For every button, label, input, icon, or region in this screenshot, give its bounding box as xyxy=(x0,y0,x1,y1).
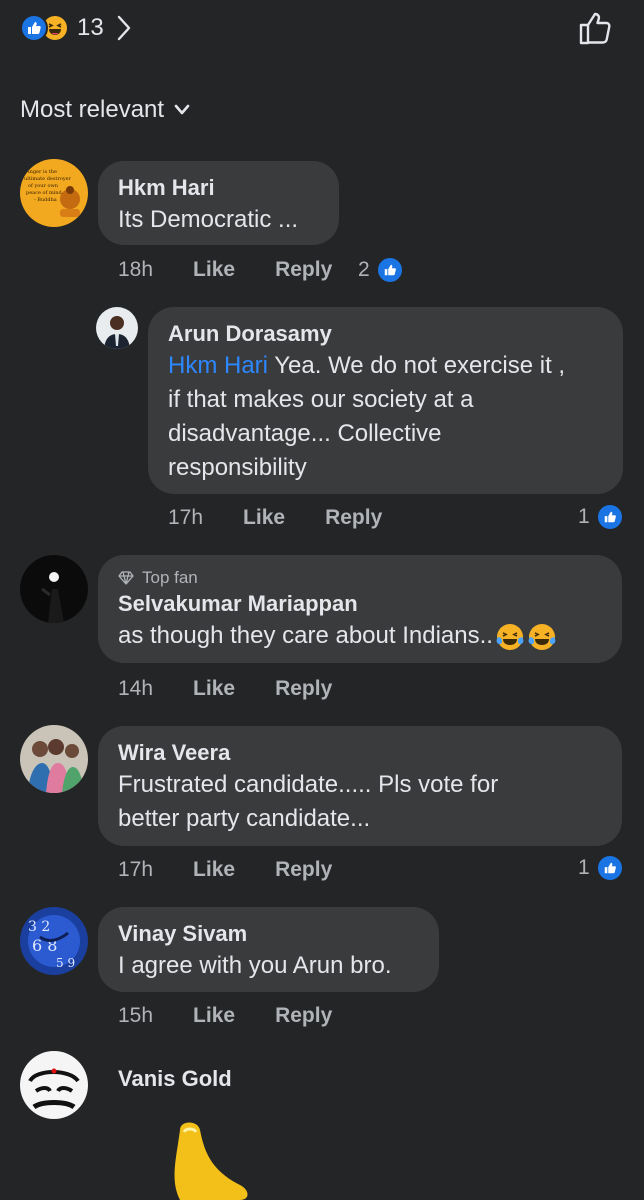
comment-bubble[interactable]: Hkm Hari Its Democratic ... xyxy=(98,161,339,245)
comment-text-line: Frustrated candidate..... Pls vote for xyxy=(118,771,499,798)
avatar[interactable] xyxy=(20,725,88,793)
avatar[interactable]: 3 2 6 8 5 9 xyxy=(20,907,88,975)
top-fan-label: Top fan xyxy=(142,568,198,587)
comments-screen: 13 Most relevant Anger is the ultimate d… xyxy=(0,0,644,1200)
laughing-tears-emoji-icon xyxy=(528,623,556,650)
comment-time[interactable]: 17h xyxy=(168,506,203,530)
commenter-name[interactable]: Hkm Hari xyxy=(118,173,319,203)
like-count-value: 1 xyxy=(578,505,590,528)
reaction-count: 13 xyxy=(77,14,104,41)
comment-bubble[interactable]: Vinay Sivam I agree with you Arun bro. xyxy=(98,907,439,992)
like-reaction-icon xyxy=(375,256,404,284)
like-button[interactable]: Like xyxy=(193,858,235,882)
svg-text:peace of mind.: peace of mind. xyxy=(26,190,64,196)
comment-time[interactable]: 17h xyxy=(118,858,153,882)
like-count-value: 1 xyxy=(578,856,590,879)
comment-bubble[interactable]: Top fan Selvakumar Mariappan as though t… xyxy=(98,555,622,663)
comment-text-body: as though they care about Indians.. xyxy=(118,622,493,649)
like-button[interactable]: Like xyxy=(193,677,235,701)
avatar[interactable] xyxy=(20,1051,88,1119)
avatar[interactable]: Anger is the ultimate destroyer of your … xyxy=(20,159,88,227)
diamond-icon xyxy=(118,571,134,585)
comment-text-line: responsibility xyxy=(168,454,307,481)
like-button[interactable]: Like xyxy=(193,1004,235,1028)
comment-actions: 17h Like Reply xyxy=(118,858,372,882)
comment-text-line: disadvantage... Collective xyxy=(168,420,442,447)
like-count-value: 2 xyxy=(358,258,370,281)
reactions-summary[interactable]: 13 xyxy=(20,10,132,46)
svg-text:ultimate destroyer: ultimate destroyer xyxy=(24,176,72,182)
top-fan-badge: Top fan xyxy=(118,567,602,589)
comment-text: as though they care about Indians.. xyxy=(118,619,602,653)
reply-button[interactable]: Reply xyxy=(275,258,332,282)
comment-like-count[interactable]: 1 xyxy=(578,854,624,882)
commenter-name[interactable]: Vanis Gold xyxy=(118,1064,232,1094)
avatar[interactable] xyxy=(96,307,138,349)
comment-actions: 17h Like Reply xyxy=(168,506,422,530)
comment-text-line: if that makes our society at a xyxy=(168,386,474,413)
comment-like-count[interactable]: 1 xyxy=(578,503,624,531)
comment-actions: 18h Like Reply xyxy=(118,258,372,282)
comment-text: Its Democratic ... xyxy=(118,206,299,233)
reply-button[interactable]: Reply xyxy=(325,506,382,530)
reply-button[interactable]: Reply xyxy=(275,858,332,882)
comment-time[interactable]: 15h xyxy=(118,1004,153,1028)
commenter-name[interactable]: Selvakumar Mariappan xyxy=(118,589,602,619)
commenter-name[interactable]: Vinay Sivam xyxy=(118,919,419,949)
comment-time[interactable]: 18h xyxy=(118,258,153,282)
comment-text-line: better party candidate... xyxy=(118,805,371,832)
comment-actions: 15h Like Reply xyxy=(118,1004,372,1028)
svg-text:3 2: 3 2 xyxy=(28,919,50,935)
like-reaction-icon xyxy=(20,14,48,42)
reply-button[interactable]: Reply xyxy=(275,677,332,701)
comment-text: Hkm Hari Yea. We do not exercise it , xyxy=(168,349,603,383)
sort-dropdown[interactable]: Most relevant xyxy=(20,96,190,124)
comment-text-line: Yea. We do not exercise it , xyxy=(268,352,566,379)
commenter-name[interactable]: Wira Veera xyxy=(118,738,602,768)
comment-text: I agree with you Arun bro. xyxy=(118,952,392,979)
thumbs-up-outline-icon[interactable] xyxy=(578,10,614,51)
svg-text:5 9: 5 9 xyxy=(56,956,75,970)
like-button[interactable]: Like xyxy=(193,258,235,282)
commenter-name[interactable]: Arun Dorasamy xyxy=(168,319,603,349)
like-reaction-icon xyxy=(595,503,624,531)
comment-bubble[interactable]: Wira Veera Frustrated candidate..... Pls… xyxy=(98,726,622,846)
attached-image[interactable] xyxy=(160,1120,260,1200)
chevron-right-icon[interactable] xyxy=(116,14,132,42)
svg-text:of your own: of your own xyxy=(28,183,59,189)
like-reaction-icon xyxy=(595,854,624,882)
svg-text:- Buddha: - Buddha xyxy=(34,197,57,203)
comment-time[interactable]: 14h xyxy=(118,677,153,701)
like-button[interactable]: Like xyxy=(243,506,285,530)
mention-link[interactable]: Hkm Hari xyxy=(168,352,268,379)
laughing-tears-emoji-icon xyxy=(496,623,524,650)
svg-text:Anger is the: Anger is the xyxy=(25,169,57,175)
comment-bubble[interactable]: Arun Dorasamy Hkm Hari Yea. We do not ex… xyxy=(148,307,623,494)
sort-label: Most relevant xyxy=(20,96,165,123)
comment-like-count[interactable]: 2 xyxy=(358,256,404,284)
chevron-down-icon xyxy=(174,104,190,116)
avatar[interactable] xyxy=(20,555,88,623)
reply-button[interactable]: Reply xyxy=(275,1004,332,1028)
comment-actions: 14h Like Reply xyxy=(118,677,372,701)
